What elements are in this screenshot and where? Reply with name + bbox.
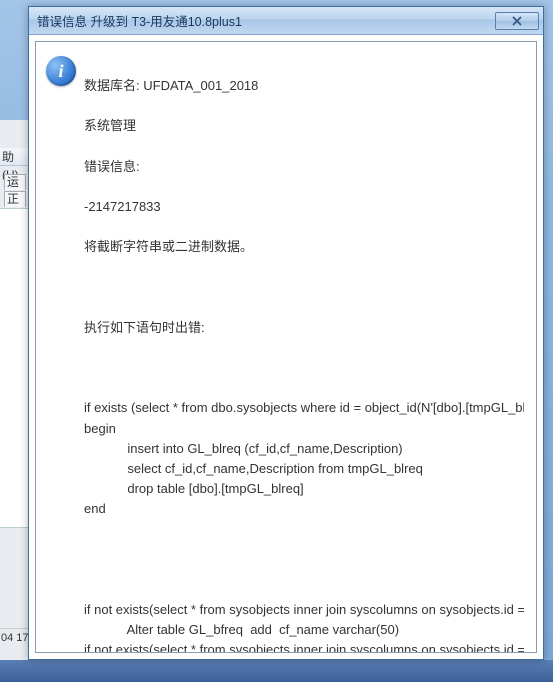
close-icon	[512, 16, 522, 26]
sys-mgmt: 系统管理	[84, 116, 524, 136]
bg-menu-help[interactable]: 助(H)	[0, 148, 30, 166]
error-dialog: 错误信息 升级到 T3-用友通10.8plus1 i 数据库名: UFDATA_…	[28, 6, 544, 660]
sql-block-1: if exists (select * from dbo.sysobjects …	[84, 400, 524, 516]
close-button[interactable]	[495, 12, 539, 30]
dialog-content: i 数据库名: UFDATA_001_2018 系统管理 错误信息: -2147…	[35, 41, 537, 653]
sql-block-2: if not exists(select * from sysobjects i…	[84, 602, 524, 653]
dialog-titlebar[interactable]: 错误信息 升级到 T3-用友通10.8plus1	[29, 7, 543, 35]
bg-list-area	[0, 208, 30, 528]
db-name: UFDATA_001_2018	[143, 78, 258, 93]
db-label: 数据库名:	[84, 78, 140, 93]
info-icon: i	[46, 56, 76, 86]
error-text: 数据库名: UFDATA_001_2018 系统管理 错误信息: -214721…	[84, 56, 524, 653]
err-desc: 将截断字符串或二进制数据。	[84, 237, 524, 257]
bg-tab-1[interactable]: 运	[4, 174, 26, 190]
bg-status-text: 04 17	[0, 628, 30, 646]
err-label: 错误信息:	[84, 157, 524, 177]
taskbar[interactable]	[0, 660, 553, 682]
err-code: -2147217833	[84, 197, 524, 217]
bg-tab-2[interactable]: 正	[4, 191, 26, 207]
dialog-title: 错误信息 升级到 T3-用友通10.8plus1	[37, 11, 495, 30]
err-when: 执行如下语句时出错:	[84, 318, 524, 338]
